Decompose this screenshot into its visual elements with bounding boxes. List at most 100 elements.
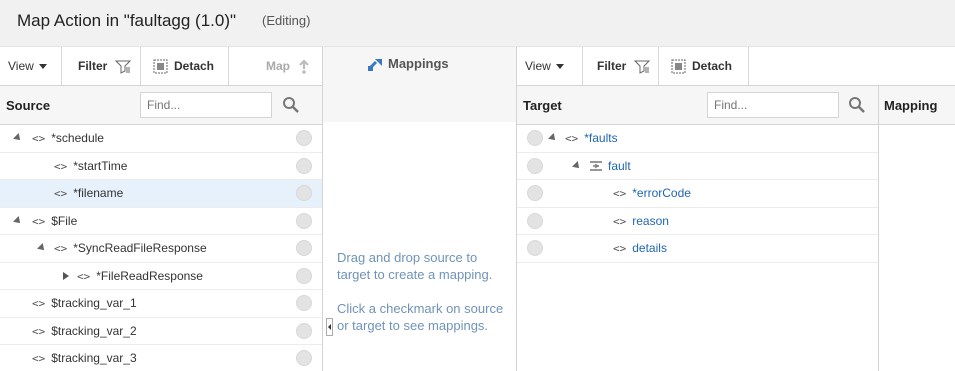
search-icon[interactable] [282,96,300,114]
tree-row[interactable]: <> *FileReadResponse [0,263,322,290]
detach-icon [153,59,168,74]
mapping-status-icon[interactable] [527,240,543,256]
tree-item-label: *schedule [51,131,104,145]
mapping-status-icon[interactable] [296,240,312,256]
page-title: Map Action in "faultagg (1.0)" [17,11,237,30]
filter-label: Filter [597,59,627,73]
target-find-input[interactable] [707,92,839,118]
mapping-status-icon[interactable] [527,157,543,174]
mapping-column-label: Mapping [884,98,938,113]
target-toolbar: View Filter Detach [517,47,955,86]
expand-down-icon[interactable] [13,215,23,226]
view-label: View [525,59,551,73]
mapping-status-icon[interactable] [296,295,312,311]
chevron-down-icon [38,64,47,70]
mapping-column: Mapping [878,86,955,371]
mapping-status-icon[interactable] [296,130,312,146]
mapping-status-icon[interactable] [527,130,543,146]
tree-row[interactable]: <> $tracking_var_1 [0,290,322,318]
mapping-status-icon[interactable] [296,350,312,366]
title-bar: Map Action in "faultagg (1.0)" (Editing) [0,0,955,47]
tree-row-selected[interactable]: <> *filename [0,180,322,208]
source-find-input[interactable] [140,92,272,118]
detach-label: Detach [174,59,215,73]
tree-row[interactable]: <> *errorCode [517,180,878,208]
mappings-hint-drag: Drag and drop source to target to create… [337,250,493,282]
mapping-status-icon[interactable] [296,185,312,201]
chevron-down-icon [555,64,564,70]
target-filter-button[interactable]: Filter [583,47,659,85]
element-icon: <> [32,214,46,228]
element-icon: <> [565,132,579,145]
tree-row[interactable]: <> $tracking_var_3 [0,345,322,371]
target-column-label: Target [523,98,562,113]
tree-row[interactable]: <> reason [517,208,878,235]
map-add-icon [299,59,310,74]
detach-icon [671,59,686,74]
mappings-header: Mappings [323,47,516,86]
mapping-status-icon[interactable] [296,267,312,284]
tree-row[interactable]: <> *SyncReadFileResponse [0,235,322,263]
tree-item-label: $File [51,213,78,228]
tree-item-label: *FileReadResponse [96,268,203,283]
mappings-title: Mappings [388,56,449,71]
tree-item-label: details [632,241,667,255]
tree-item-label: *faults [584,131,618,145]
source-column-label: Source [6,98,51,113]
expand-down-icon[interactable] [572,160,582,171]
element-icon: <> [32,352,46,365]
search-icon[interactable] [848,96,866,114]
tree-row[interactable]: <> details [517,235,878,263]
tree-row[interactable]: <> *faults [517,125,878,153]
source-panel: View Filter Detach Map Source <> *schedul… [0,47,323,371]
tree-item-label: *SyncReadFileResponse [73,241,207,255]
tree-item-label: *errorCode [632,186,691,200]
filter-label: Filter [78,59,108,73]
element-icon: <> [32,297,46,310]
detach-label: Detach [692,59,733,73]
tree-item-label: $tracking_var_1 [51,296,137,310]
expand-down-icon[interactable] [13,133,23,143]
mapping-status-icon[interactable] [296,157,312,174]
expand-right-icon[interactable] [63,271,69,280]
tree-item-label: fault [608,158,631,173]
mapping-status-icon[interactable] [296,212,312,229]
source-toolbar: View Filter Detach Map [0,47,322,86]
target-panel: View Filter Detach Target Mapping <> *fau… [517,47,955,371]
choice-icon [590,161,602,171]
element-icon: <> [54,159,68,173]
expand-down-icon[interactable] [37,243,47,253]
tree-row[interactable]: <> *startTime [0,153,322,180]
mapping-status-icon[interactable] [527,212,543,229]
mapping-status-icon[interactable] [527,185,543,201]
expand-down-icon[interactable] [548,133,558,143]
target-view-menu[interactable]: View [517,47,583,85]
tree-row[interactable]: <> $File [0,208,322,235]
mappings-header-band [323,86,516,122]
mappings-hint-checkmark: Click a checkmark on source or target to… [337,301,504,333]
tree-row[interactable]: fault [517,153,878,180]
map-label: Map [266,59,290,73]
mapping-status-icon[interactable] [296,322,312,339]
element-icon: <> [613,187,627,200]
tree-row[interactable]: <> $tracking_var_2 [0,318,322,345]
source-column-header: Source [0,86,322,125]
source-filter-button[interactable]: Filter [62,47,141,85]
element-icon: <> [32,324,46,338]
filter-icon [114,60,131,74]
filter-icon [633,60,650,74]
source-view-menu[interactable]: View [0,47,62,85]
element-icon: <> [54,242,68,255]
target-detach-button[interactable]: Detach [659,47,749,85]
source-detach-button[interactable]: Detach [141,47,229,85]
editing-status: (Editing) [262,13,311,28]
tree-item-label: reason [632,213,669,228]
collapse-panel-handle[interactable] [326,318,333,336]
tree-item-label: $tracking_var_3 [51,351,137,365]
source-map-button[interactable]: Map [229,47,323,85]
tree-row[interactable]: <> *schedule [0,125,322,153]
element-icon: <> [613,242,627,255]
element-icon: <> [613,214,627,228]
tree-item-label: $tracking_var_2 [51,323,137,338]
tree-item-label: *filename [73,186,124,200]
